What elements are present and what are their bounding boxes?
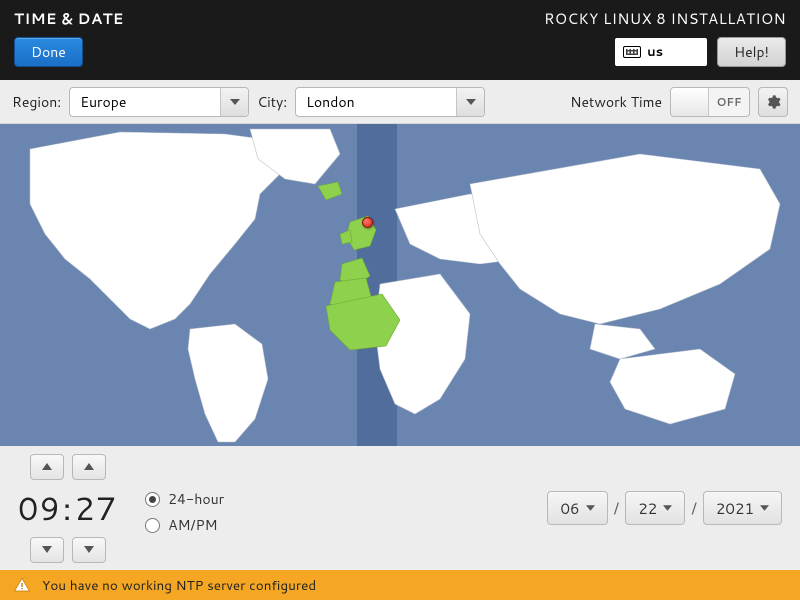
product-title: ROCKY LINUX 8 INSTALLATION [544, 8, 786, 29]
toggle-knob [671, 88, 709, 116]
clock-hours: 09 [18, 486, 61, 531]
date-sep: / [614, 497, 620, 520]
keyboard-indicator[interactable]: us [615, 38, 707, 66]
toggle-state: OFF [709, 88, 749, 116]
keyboard-layout: us [647, 43, 663, 61]
city-label: City: [257, 92, 287, 112]
clock-display: 09 : 27 [18, 486, 117, 531]
city-pin [362, 217, 373, 228]
date-sep: / [691, 497, 697, 520]
clock-minutes: 27 [75, 486, 118, 531]
time-spinner: 09 : 27 [18, 454, 117, 563]
header-right-row: us Help! [615, 37, 786, 67]
page-title: TIME & DATE [14, 8, 124, 29]
minutes-up-button[interactable] [72, 454, 106, 480]
network-time-label: Network Time [570, 92, 662, 112]
warning-bar: You have no working NTP server configure… [0, 570, 800, 600]
format-24h[interactable]: 24-hour [145, 489, 224, 509]
chevron-down-icon [466, 99, 476, 105]
region-dropdown-button[interactable] [220, 88, 248, 116]
format-24h-label: 24-hour [168, 489, 224, 509]
chevron-up-icon [84, 463, 94, 470]
day-value: 22 [638, 498, 657, 519]
region-combo[interactable] [69, 87, 249, 117]
region-label: Region: [12, 92, 61, 112]
year-value: 2021 [716, 498, 754, 519]
chevron-down-icon [586, 505, 595, 511]
month-value: 06 [560, 498, 579, 519]
city-dropdown-button[interactable] [456, 88, 484, 116]
bottom-controls: 09 : 27 24-hour AM/PM 06 / 22 [0, 446, 800, 570]
ntp-settings-button[interactable] [758, 87, 788, 117]
top-controls: Region: City: Network Time OFF [0, 80, 800, 124]
day-button[interactable]: 22 [625, 491, 685, 525]
chevron-down-icon [84, 546, 94, 553]
chevron-up-icon [42, 463, 52, 470]
gear-icon [765, 94, 781, 110]
clock-separator: : [63, 486, 73, 531]
header: TIME & DATE Done ROCKY LINUX 8 INSTALLAT… [0, 0, 800, 80]
chevron-down-icon [760, 505, 769, 511]
city-input[interactable] [296, 88, 456, 116]
year-button[interactable]: 2021 [703, 491, 782, 525]
format-ampm-label: AM/PM [168, 515, 217, 535]
city-combo[interactable] [295, 87, 485, 117]
timezone-map[interactable] [0, 124, 800, 446]
chevron-down-icon [663, 505, 672, 511]
network-time-toggle[interactable]: OFF [670, 87, 750, 117]
radio-icon [145, 518, 160, 533]
radio-icon [145, 492, 160, 507]
format-ampm[interactable]: AM/PM [145, 515, 224, 535]
hours-down-button[interactable] [30, 537, 64, 563]
warning-icon [14, 577, 30, 593]
chevron-down-icon [230, 99, 240, 105]
chevron-down-icon [42, 546, 52, 553]
world-map [0, 124, 800, 446]
hours-up-button[interactable] [30, 454, 64, 480]
time-format: 24-hour AM/PM [145, 481, 224, 535]
help-button[interactable]: Help! [717, 37, 786, 67]
header-right: ROCKY LINUX 8 INSTALLATION us Help! [544, 8, 786, 70]
done-button[interactable]: Done [14, 37, 83, 67]
region-input[interactable] [70, 88, 220, 116]
header-left: TIME & DATE Done [14, 8, 124, 70]
warning-text: You have no working NTP server configure… [42, 576, 316, 595]
month-button[interactable]: 06 [547, 491, 607, 525]
keyboard-icon [623, 46, 641, 58]
date-picker: 06 / 22 / 2021 [547, 491, 782, 525]
minutes-down-button[interactable] [72, 537, 106, 563]
